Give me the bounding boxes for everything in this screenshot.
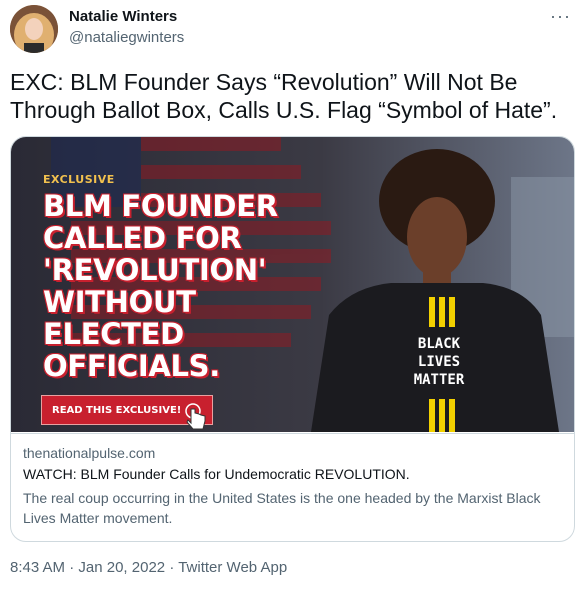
shirt-line: MATTER	[413, 372, 465, 388]
more-icon[interactable]: ···	[550, 6, 571, 27]
image-headline-block: EXCLUSIVE BLM FOUNDER CALLED FOR 'REVOLU…	[43, 173, 278, 382]
tweet: Natalie Winters @nataliegwinters ··· EXC…	[0, 0, 585, 594]
avatar[interactable]	[10, 5, 58, 53]
image-tag: EXCLUSIVE	[43, 173, 115, 186]
pointer-hand-icon	[183, 403, 209, 431]
card-domain: thenationalpulse.com	[23, 445, 156, 461]
card-image[interactable]: EXCLUSIVE BLM FOUNDER CALLED FOR 'REVOLU…	[11, 137, 574, 432]
tweet-date[interactable]: Jan 20, 2022	[78, 559, 165, 576]
headline-line: BLM FOUNDER	[43, 189, 278, 223]
meta-separator: ·	[169, 559, 175, 576]
headline-line: 'REVOLUTION'	[43, 253, 267, 287]
card-title: WATCH: BLM Founder Calls for Undemocrati…	[23, 466, 410, 482]
tweet-text: EXC: BLM Founder Says “Revolution” Will …	[10, 69, 558, 123]
headline-line: ELECTED	[43, 317, 184, 351]
author-name[interactable]: Natalie Winters	[69, 8, 177, 25]
headline-line: WITHOUT	[43, 285, 196, 319]
image-headline: BLM FOUNDER CALLED FOR 'REVOLUTION' WITH…	[43, 190, 278, 382]
card-body[interactable]: thenationalpulse.com WATCH: BLM Founder …	[11, 433, 574, 541]
tweet-time[interactable]: 8:43 AM	[10, 559, 65, 576]
headline-line: CALLED FOR	[43, 221, 242, 255]
headline-line: OFFICIALS.	[43, 349, 220, 383]
tweet-meta: 8:43 AM · Jan 20, 2022 · Twitter Web App	[10, 559, 287, 576]
shirt-line: LIVES	[417, 354, 461, 370]
tweet-source-app[interactable]: Twitter Web App	[178, 559, 287, 576]
meta-separator: ·	[69, 559, 75, 576]
link-card[interactable]: EXCLUSIVE BLM FOUNDER CALLED FOR 'REVOLU…	[10, 136, 575, 542]
shirt-line: BLACK	[417, 336, 461, 352]
card-description: The real coup occurring in the United St…	[23, 490, 541, 526]
author-handle[interactable]: @nataliegwinters	[69, 29, 184, 46]
shirt-text: BLACK LIVES MATTER	[399, 335, 479, 389]
